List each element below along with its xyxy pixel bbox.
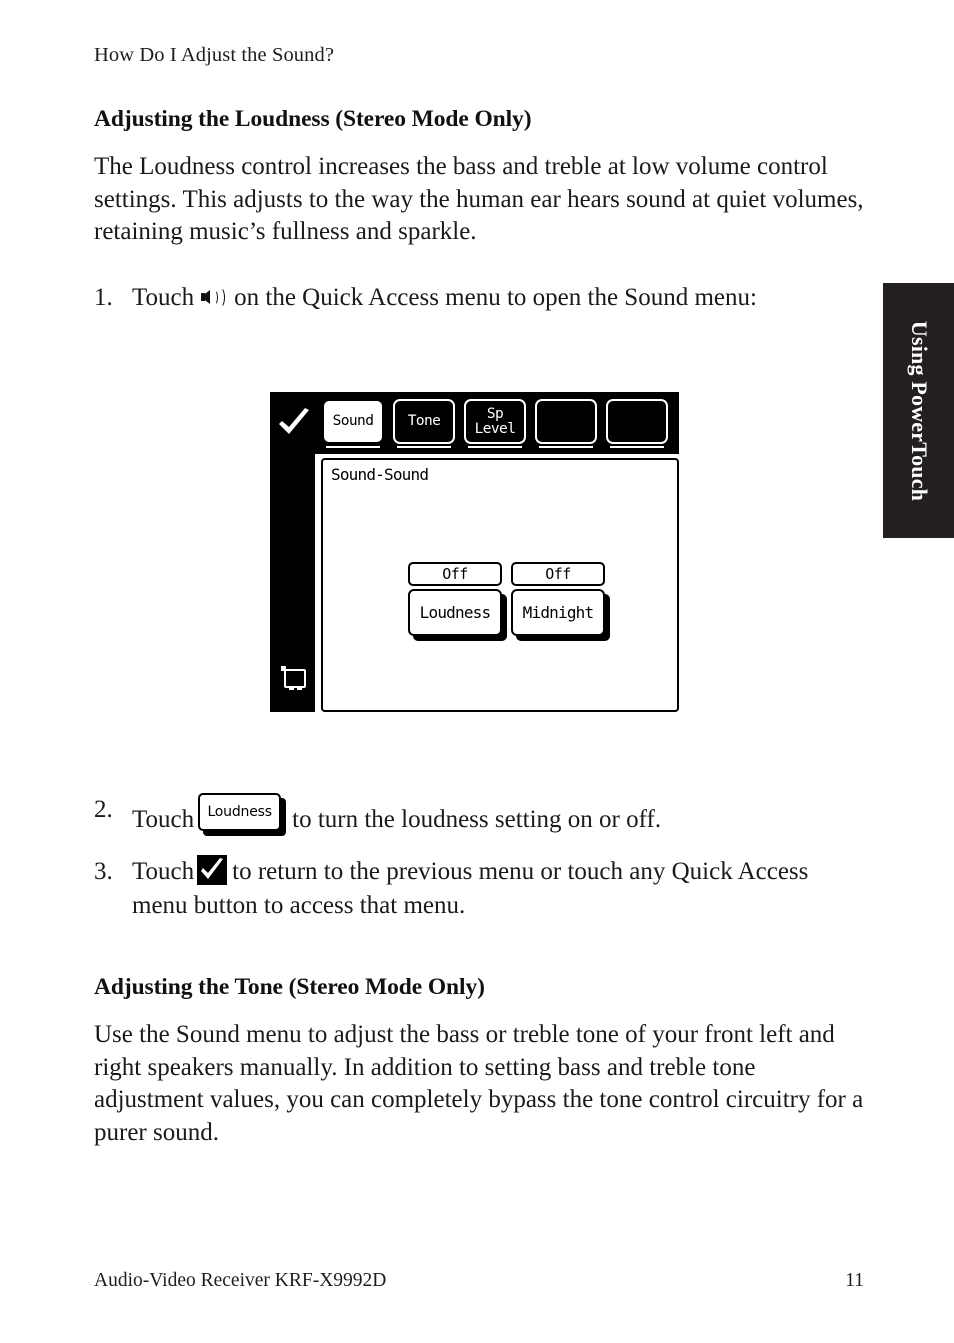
quick-access-button-empty-1-ridge	[539, 445, 593, 448]
inline-loudness-button: Loudness	[198, 793, 287, 836]
section-heading-loudness: Adjusting the Loudness (Stereo Mode Only…	[94, 105, 532, 132]
section-paragraph-tone: Use the Sound menu to adjust the bass or…	[94, 1021, 864, 1146]
device-panel: Sound-Sound Off Loudness Off Midnight	[321, 458, 679, 712]
quick-access-button-empty-2-ridge	[610, 445, 664, 448]
speaker-icon-cone	[201, 290, 211, 304]
step-2-text-after: to turn the loudness setting on or off.	[292, 806, 662, 833]
monitor-icon-foot-left	[289, 687, 294, 690]
quick-access-button-empty-2[interactable]	[606, 399, 668, 448]
step-3: 3. Touch to return to the previous menu o…	[94, 855, 864, 923]
monitor-icon-foot-right	[297, 687, 302, 690]
toggle-midnight: Off Midnight	[511, 562, 610, 641]
side-thumb-tab: Using PowerTouch	[883, 283, 954, 538]
side-thumb-tab-label: Using PowerTouch	[906, 320, 932, 501]
step-3-text-before: Touch	[132, 858, 195, 885]
quick-access-button-sp-level-ridge	[468, 445, 522, 448]
panel-title: Sound-Sound	[331, 465, 429, 484]
toggle-loudness-button[interactable]: Loudness	[408, 589, 507, 641]
quick-access-button-empty-2-label	[606, 399, 668, 444]
footer-product-name: Audio-Video Receiver KRF-X9992D	[94, 1270, 387, 1291]
running-head: How Do I Adjust the Sound?	[94, 44, 335, 66]
device-screen-figure: Sound Tone Sp Level Sound-Sound Off Loud…	[270, 392, 686, 724]
section-heading-tone: Adjusting the Tone (Stereo Mode Only)	[94, 973, 485, 1000]
footer-page-number: 11	[845, 1270, 864, 1291]
step-2: 2. Touch Loudness to turn the loudness set…	[94, 793, 864, 837]
step-3-body: Touch to return to the previous menu or t…	[132, 855, 864, 923]
step-2-body: Touch Loudness to turn the loudness settin…	[132, 793, 864, 837]
step-2-number: 2.	[94, 796, 113, 823]
step-1-text-before: Touch	[132, 284, 195, 311]
speaker-icon-wave-outer	[215, 287, 226, 308]
step-1: 1. Touch on the Quick Access menu to open…	[94, 281, 864, 315]
manual-page: How Do I Adjust the Sound? Adjusting the…	[0, 0, 954, 1343]
toggle-group: Off Loudness Off Midnight	[408, 562, 610, 641]
quick-access-button-tone-ridge	[397, 445, 451, 448]
toggle-midnight-button-label: Midnight	[511, 589, 605, 636]
step-1-number: 1.	[94, 284, 113, 311]
check-tile-icon	[197, 855, 228, 885]
step-2-text-before: Touch	[132, 806, 195, 833]
check-icon[interactable]	[275, 404, 313, 442]
quick-access-button-empty-1[interactable]	[535, 399, 597, 448]
quick-access-button-tone[interactable]: Tone	[393, 399, 455, 448]
toggle-loudness: Off Loudness	[408, 562, 507, 641]
quick-access-button-sound-ridge	[326, 445, 380, 448]
step-1-body: Touch on the Quick Access menu to open th…	[132, 281, 864, 315]
quick-access-row: Sound Tone Sp Level	[322, 399, 668, 448]
step-3-number: 3.	[94, 858, 113, 885]
monitor-icon[interactable]	[281, 666, 307, 690]
quick-access-button-sp-level[interactable]: Sp Level	[464, 399, 526, 448]
monitor-icon-frame	[284, 669, 306, 688]
toggle-midnight-button[interactable]: Midnight	[511, 589, 610, 641]
toggle-loudness-button-label: Loudness	[408, 589, 502, 636]
speaker-icon	[201, 286, 226, 308]
quick-access-button-empty-1-label	[535, 399, 597, 444]
toggle-loudness-value: Off	[408, 562, 502, 586]
inline-loudness-button-label: Loudness	[198, 793, 282, 831]
toggle-midnight-value: Off	[511, 562, 605, 586]
section-paragraph-loudness: The Loudness control increases the bass …	[94, 153, 864, 245]
quick-access-button-sp-level-label: Sp Level	[464, 399, 526, 444]
step-1-text-after: on the Quick Access menu to open the Sou…	[234, 284, 757, 311]
step-3-text-after: to return to the previous menu or touch …	[132, 858, 809, 919]
quick-access-button-sound-label: Sound	[322, 399, 384, 444]
quick-access-button-tone-label: Tone	[393, 399, 455, 444]
quick-access-button-sound[interactable]: Sound	[322, 399, 384, 448]
